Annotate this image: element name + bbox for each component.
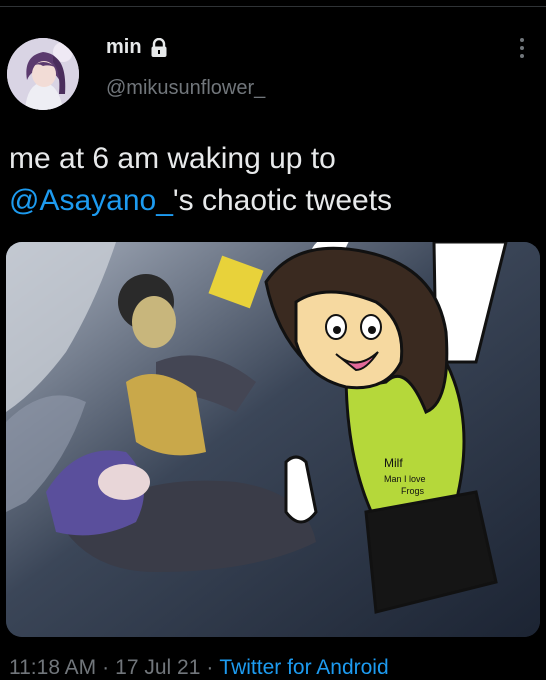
tweet-date: 17 Jul 21 xyxy=(115,656,201,679)
avatar[interactable] xyxy=(7,38,79,110)
more-vertical-icon[interactable] xyxy=(516,38,528,66)
separator-2: · xyxy=(206,656,214,679)
tweet-text: me at 6 am waking up to @Asayano_'s chao… xyxy=(9,138,529,222)
tweet-meta: 11:18 AM · 17 Jul 21 · Twitter for Android xyxy=(9,656,389,680)
author-name[interactable]: min xyxy=(106,36,142,59)
shirt-text-2: Man I love xyxy=(384,474,426,484)
lock-icon xyxy=(150,37,168,58)
mention-link[interactable]: @Asayano_ xyxy=(9,184,173,217)
separator: · xyxy=(102,656,110,679)
tweet-media[interactable]: Milf Man I love Frogs xyxy=(6,242,540,637)
author-handle[interactable]: @mikusunflower_ xyxy=(106,77,265,100)
shirt-text-3: Frogs xyxy=(401,486,425,496)
tweet-header: min @mikusunflower_ xyxy=(0,0,546,120)
tweet-time: 11:18 AM xyxy=(9,656,97,679)
tweet-source-link[interactable]: Twitter for Android xyxy=(219,656,388,679)
tweet-text-line-2: 's chaotic tweets xyxy=(172,184,393,217)
shirt-text-1: Milf xyxy=(384,456,403,470)
tweet-text-line-1: me at 6 am waking up to xyxy=(9,142,336,175)
